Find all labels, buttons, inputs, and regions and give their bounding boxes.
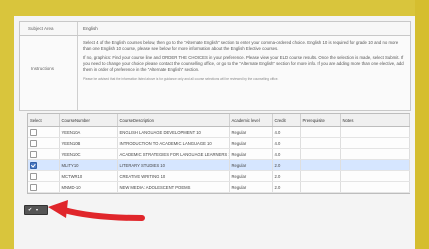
- course-number: MLITY10: [59, 159, 118, 171]
- notes: [340, 126, 410, 138]
- col-header-course-number[interactable]: CourseNumber: [59, 114, 118, 127]
- academic-level: Regular: [229, 148, 273, 160]
- course-description: ACADEMIC STRATEGIES FOR LANGUAGE LEARNER…: [117, 148, 230, 160]
- course-number: MNMD-10: [59, 181, 118, 193]
- prerequisite: [300, 126, 341, 138]
- course-number: YEEN10A: [59, 126, 118, 138]
- credit: 4.0: [272, 126, 301, 138]
- course-number: YEEN10B: [59, 137, 118, 149]
- select-checkbox[interactable]: [30, 172, 37, 180]
- frame-left-border: [0, 0, 14, 249]
- col-header-notes[interactable]: Notes: [340, 114, 410, 127]
- notes: [340, 181, 410, 193]
- credit: 4.0: [272, 137, 301, 149]
- prerequisite: [300, 137, 341, 149]
- row-divider: [77, 22, 78, 35]
- screen-frame: Subject Area English Instructions Select…: [0, 0, 429, 249]
- credit: 2.0: [272, 159, 301, 171]
- checkmark-icon: ✔: [28, 207, 33, 213]
- instructions-paragraph-1: Select 4 of the English courses below, t…: [83, 40, 399, 51]
- prerequisite: [300, 181, 341, 193]
- notes: [340, 159, 410, 171]
- red-arrow-annotation: [48, 200, 145, 221]
- academic-level: Regular: [229, 126, 273, 138]
- prerequisite: [300, 159, 341, 171]
- academic-level: Regular: [229, 159, 273, 171]
- academic-level: Regular: [229, 181, 273, 193]
- course-description: INTRODUCTION TO ACADEMIC LANGUAGE 10: [117, 137, 230, 149]
- credit: 2.0: [272, 170, 301, 182]
- select-checkbox[interactable]: [30, 139, 37, 147]
- instructions-label: Instructions: [31, 66, 55, 71]
- course-number: YEEN10C: [59, 148, 118, 160]
- table-row[interactable]: YEEN10B INTRODUCTION TO ACADEMIC LANGUAG…: [28, 137, 410, 149]
- academic-level: Regular: [229, 170, 273, 182]
- col-header-course-description[interactable]: CourseDescription: [117, 114, 230, 127]
- table-row-selected[interactable]: MLITY10 LITERARY STUDIES 10 Regular 2.0: [28, 159, 410, 171]
- credit: 4.0: [272, 148, 301, 160]
- course-table: Select CourseNumber CourseDescription Ac…: [27, 113, 410, 194]
- prerequisite: [300, 170, 341, 182]
- subject-area-value: English: [83, 26, 98, 31]
- confirm-button[interactable]: ✔ ▾: [24, 205, 48, 215]
- instructions-box: Instructions Select 4 of the English cou…: [19, 35, 411, 111]
- course-number: MCTWR10: [59, 170, 118, 182]
- notes: [340, 148, 410, 160]
- table-header-row: Select CourseNumber CourseDescription Ac…: [28, 114, 410, 127]
- notes: [340, 137, 410, 149]
- academic-level: Regular: [229, 137, 273, 149]
- col-header-select[interactable]: Select: [28, 114, 60, 127]
- prerequisite: [300, 148, 341, 160]
- select-checkbox[interactable]: [30, 150, 37, 158]
- select-checkbox[interactable]: [30, 183, 37, 191]
- course-description: ENGLISH LANGUAGE DEVELOPMENT 10: [117, 126, 230, 138]
- col-header-academic-level[interactable]: Academic level: [229, 114, 273, 127]
- subject-area-label: Subject Area: [28, 26, 54, 31]
- frame-right-border: [415, 0, 429, 249]
- credit: 2.0: [272, 181, 301, 193]
- table-row[interactable]: MCTWR10 CREATIVE WRITING 10 Regular 2.0: [28, 170, 410, 182]
- course-description: NEW MEDIA: ADOLESCENT POEMS: [117, 181, 230, 193]
- instructions-paragraph-3: Please be advised that the information l…: [83, 76, 279, 81]
- course-description: CREATIVE WRITING 10: [117, 170, 230, 182]
- col-header-credit[interactable]: Credit: [272, 114, 301, 127]
- select-checkbox[interactable]: [30, 128, 37, 136]
- subject-area-row: Subject Area English: [19, 21, 411, 36]
- row-divider: [77, 36, 78, 110]
- frame-top-border: [0, 0, 429, 16]
- notes: [340, 170, 410, 182]
- table-row[interactable]: YEEN10C ACADEMIC STRATEGIES FOR LANGUAGE…: [28, 148, 410, 160]
- table-row[interactable]: MNMD-10 NEW MEDIA: ADOLESCENT POEMS Regu…: [28, 181, 410, 193]
- dropdown-caret-icon: ▾: [36, 207, 39, 212]
- instructions-paragraph-2: If no, graphics: Find your course line a…: [83, 55, 404, 72]
- course-description: LITERARY STUDIES 10: [117, 159, 230, 171]
- instructions-text: Select 4 of the English courses below, t…: [83, 40, 405, 85]
- table-row[interactable]: YEEN10A ENGLISH LANGUAGE DEVELOPMENT 10 …: [28, 126, 410, 138]
- col-header-prerequisite[interactable]: Prerequisite: [300, 114, 341, 127]
- select-checkbox-checked[interactable]: [30, 161, 37, 169]
